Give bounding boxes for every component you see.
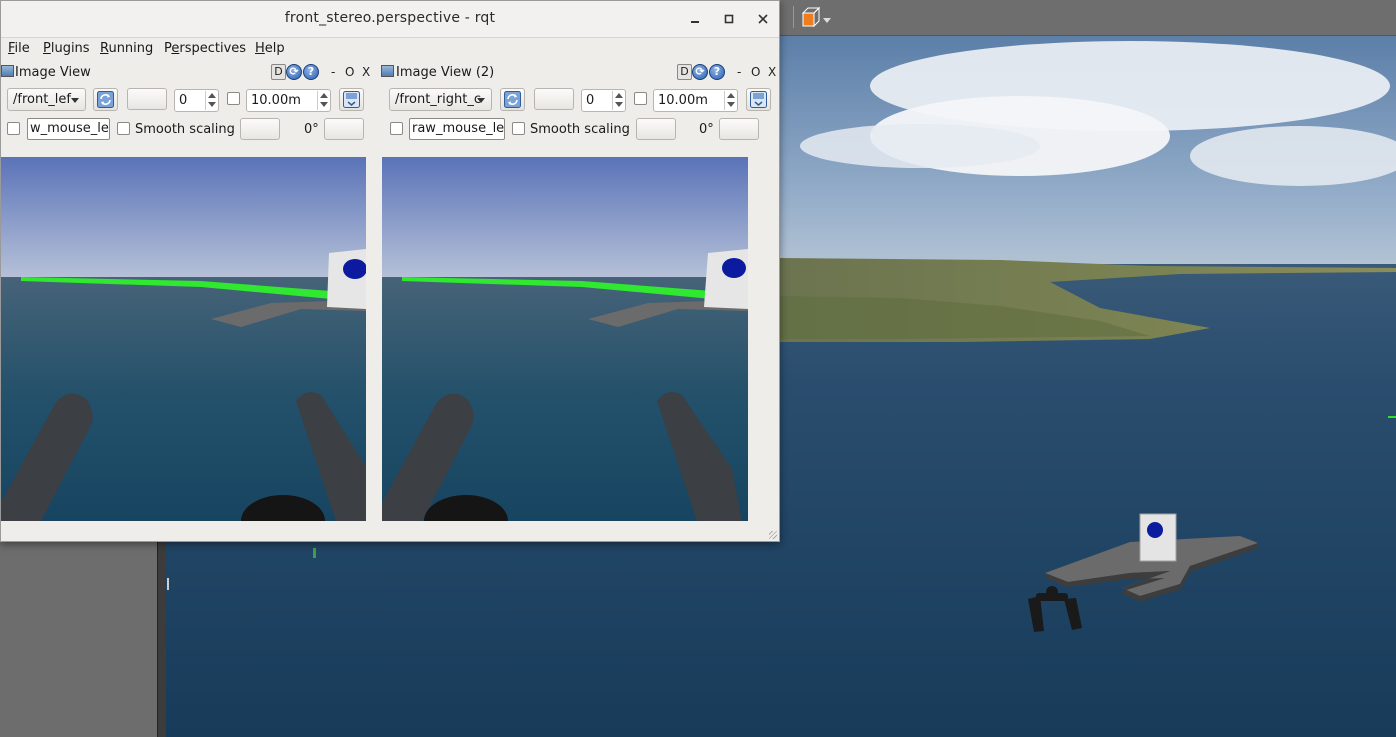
toolbar-separator [793, 6, 794, 28]
topic-select[interactable]: /front_lef [7, 88, 86, 111]
dropdown-arrow-icon[interactable] [823, 18, 831, 23]
box-icon[interactable] [800, 5, 824, 29]
image-view-left-camera[interactable] [1, 157, 366, 521]
menu-help[interactable]: Help [255, 41, 285, 56]
save-image-button[interactable] [746, 88, 771, 111]
pane-header-image-view-2: Image View (2) D ⟳ ? - O X [381, 61, 779, 83]
refresh-icon [504, 91, 521, 108]
mouse-topic-input[interactable]: raw_mouse_left [409, 118, 505, 140]
max-range-value: 10.00m [251, 93, 301, 108]
dock-toggle-button[interactable]: D [271, 64, 286, 80]
save-icon [750, 91, 767, 108]
zoom-button[interactable] [534, 88, 574, 110]
menu-bar: File Plugins Running Perspectives Help [1, 39, 779, 59]
rqt-window: front_stereo.perspective - rqt File Plug… [0, 0, 780, 542]
rotation-spinbox[interactable]: 0 [581, 89, 626, 112]
image-view-icon [381, 65, 394, 77]
rotation-spinbox[interactable]: 0 [174, 89, 219, 112]
minimize-pane-button[interactable]: - [737, 65, 741, 79]
minimize-pane-button[interactable]: - [331, 65, 335, 79]
topic-select[interactable]: /front_right_c [389, 88, 492, 111]
menu-perspectives[interactable]: Perspectives [164, 41, 246, 56]
rotate-left-button[interactable] [240, 118, 280, 140]
reload-plugin-icon[interactable]: ⟳ [692, 64, 708, 80]
max-range-checkbox[interactable] [227, 92, 240, 105]
smooth-scaling-label: Smooth scaling [135, 122, 235, 137]
maximize-icon[interactable] [719, 9, 739, 29]
refresh-topics-button[interactable] [500, 88, 525, 111]
minimize-icon[interactable] [685, 9, 705, 29]
window-title: front_stereo.perspective - rqt [284, 10, 496, 26]
rotation-label: 0° [699, 122, 714, 137]
gazebo-panel-splitter[interactable] [157, 540, 166, 737]
spin-arrows[interactable] [724, 91, 736, 110]
spin-arrows[interactable] [205, 91, 217, 110]
spin-arrows[interactable] [317, 91, 329, 110]
max-range-checkbox[interactable] [634, 92, 647, 105]
close-icon[interactable] [753, 9, 773, 29]
pane-title: Image View [15, 65, 91, 80]
rotate-right-button[interactable] [719, 118, 759, 140]
chevron-down-icon [71, 98, 79, 103]
rotation-spinbox-value: 0 [586, 93, 595, 108]
rotation-label: 0° [304, 122, 319, 137]
mouse-topic-value: raw_mouse_left [412, 121, 505, 136]
close-pane-button[interactable]: X [768, 65, 776, 79]
gazebo-left-panel [0, 540, 157, 737]
float-pane-button[interactable]: O [345, 65, 354, 79]
close-pane-button[interactable]: X [362, 65, 370, 79]
pane-title: Image View (2) [396, 65, 495, 80]
smooth-scaling-label: Smooth scaling [530, 122, 630, 137]
save-icon [343, 91, 360, 108]
mouse-publish-checkbox[interactable] [390, 122, 403, 135]
spin-arrows[interactable] [612, 91, 624, 110]
rotation-spinbox-value: 0 [179, 93, 188, 108]
smooth-scaling-checkbox[interactable] [117, 122, 130, 135]
mouse-topic-value: w_mouse_left [30, 121, 110, 136]
refresh-icon [97, 91, 114, 108]
zoom-button[interactable] [127, 88, 167, 110]
mouse-publish-checkbox[interactable] [7, 122, 20, 135]
pane-header-image-view: Image View D ⟳ ? - O X [1, 61, 379, 83]
float-pane-button[interactable]: O [751, 65, 760, 79]
max-range-spinbox[interactable]: 10.00m [246, 89, 331, 112]
title-bar[interactable]: front_stereo.perspective - rqt [1, 1, 779, 38]
rotate-left-button[interactable] [636, 118, 676, 140]
max-range-value: 10.00m [658, 93, 708, 108]
topic-select-value: /front_lef [13, 92, 71, 107]
mouse-topic-input[interactable]: w_mouse_left [27, 118, 110, 140]
menu-file[interactable]: File [8, 41, 30, 56]
menu-running[interactable]: Running [100, 41, 153, 56]
smooth-scaling-checkbox[interactable] [512, 122, 525, 135]
help-icon[interactable]: ? [303, 64, 319, 80]
help-icon[interactable]: ? [709, 64, 725, 80]
resize-grip[interactable] [769, 531, 777, 539]
image-view-right-camera[interactable] [382, 157, 748, 521]
reload-plugin-icon[interactable]: ⟳ [286, 64, 302, 80]
refresh-topics-button[interactable] [93, 88, 118, 111]
save-image-button[interactable] [339, 88, 364, 111]
dock-toggle-button[interactable]: D [677, 64, 692, 80]
menu-plugins[interactable]: Plugins [43, 41, 90, 56]
max-range-spinbox[interactable]: 10.00m [653, 89, 738, 112]
topic-select-value: /front_right_c [395, 92, 481, 107]
rotate-right-button[interactable] [324, 118, 364, 140]
image-view-icon [1, 65, 14, 77]
chevron-down-icon [477, 98, 485, 103]
